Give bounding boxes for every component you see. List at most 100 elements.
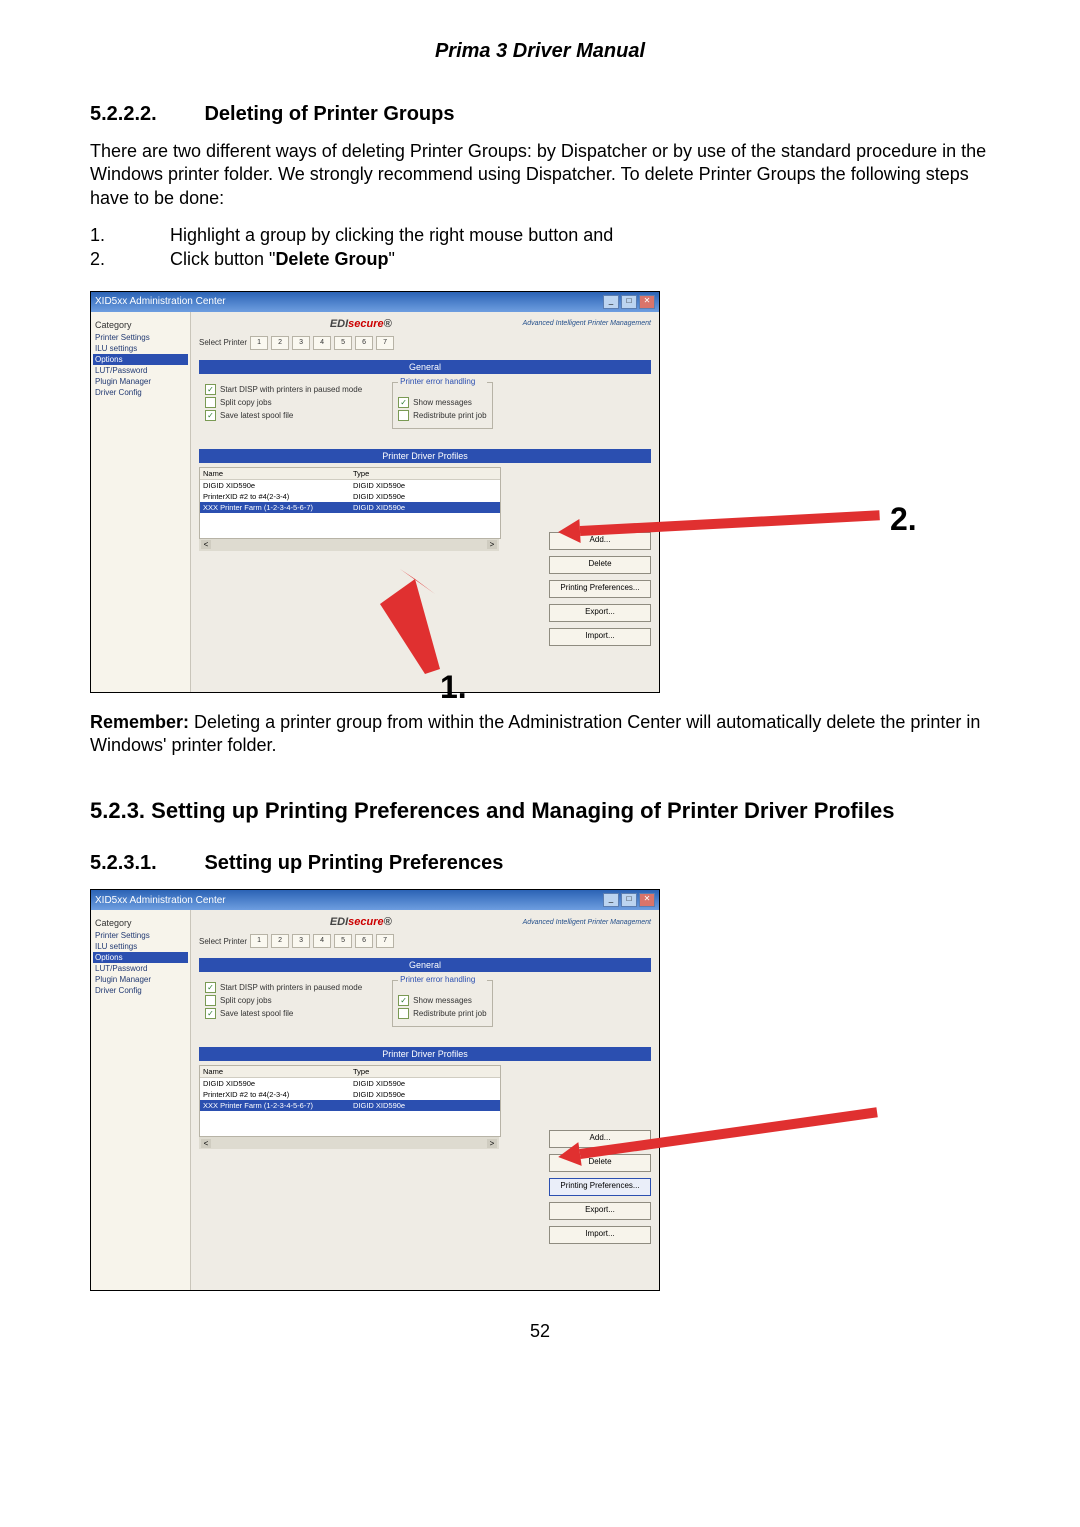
minimize-button[interactable]: _ [603, 295, 619, 309]
checkbox-redistribute[interactable]: Redistribute print job [398, 1008, 486, 1019]
window-title: XID5xx Administration Center [95, 895, 226, 906]
profiles-table[interactable]: Name Type DIGID XID590eDIGID XID590e Pri… [199, 467, 501, 539]
printer-slot-3[interactable]: 3 [292, 934, 310, 948]
section-5222-heading: 5.2.2.2. Deleting of Printer Groups [90, 103, 990, 126]
section-number: 5.2.3.1. [90, 852, 200, 875]
sidebar-item-plugin-manager[interactable]: Plugin Manager [93, 376, 188, 387]
sidebar-item-options[interactable]: Options [93, 952, 188, 963]
printer-slot-2[interactable]: 2 [271, 934, 289, 948]
table-row-selected[interactable]: XXX Printer Farm (1-2-3-4-5-6-7)DIGID XI… [200, 502, 500, 513]
printer-slot-4[interactable]: 4 [313, 336, 331, 350]
checkbox-split-copy[interactable]: Split copy jobs [205, 995, 362, 1006]
select-printer-row: Select Printer 1 2 3 4 5 6 7 [199, 336, 651, 350]
section-number-big: 5.2.3. [90, 798, 145, 823]
section-5222-para: There are two different ways of deleting… [90, 140, 990, 210]
step-text-pre: Click button " [170, 249, 275, 269]
col-type[interactable]: Type [350, 1066, 500, 1077]
section-title-big: Setting up Printing Preferences and Mana… [151, 798, 894, 823]
select-printer-label: Select Printer [199, 937, 247, 946]
callout-2: 2. [890, 501, 917, 538]
category-sidebar: Category Printer Settings ILU settings O… [91, 312, 191, 692]
checkbox-split-copy[interactable]: Split copy jobs [205, 397, 362, 408]
step-text: Click button "Delete Group" [170, 248, 395, 271]
printing-preferences-button[interactable]: Printing Preferences... [549, 580, 651, 598]
sidebar-item-ilu-settings[interactable]: ILU settings [93, 343, 188, 354]
error-handling-group: Printer error handling ✓Show messages Re… [392, 382, 492, 429]
step-number: 2. [90, 248, 170, 271]
checkbox-redistribute[interactable]: Redistribute print job [398, 410, 486, 421]
general-header: General [199, 958, 651, 972]
printer-slot-2[interactable]: 2 [271, 336, 289, 350]
remember-label: Remember: [90, 712, 189, 732]
printer-slot-7[interactable]: 7 [376, 934, 394, 948]
page-number: 52 [90, 1321, 990, 1342]
printer-slot-1[interactable]: 1 [250, 336, 268, 350]
table-row[interactable]: DIGID XID590eDIGID XID590e [200, 480, 500, 491]
remember-note: Remember: Deleting a printer group from … [90, 711, 990, 758]
step-text-post: " [388, 249, 394, 269]
table-row-selected[interactable]: XXX Printer Farm (1-2-3-4-5-6-7)DIGID XI… [200, 1100, 500, 1111]
printer-slot-5[interactable]: 5 [334, 934, 352, 948]
printer-slot-6[interactable]: 6 [355, 336, 373, 350]
select-printer-label: Select Printer [199, 338, 247, 347]
profiles-header: Printer Driver Profiles [199, 1047, 651, 1061]
export-button[interactable]: Export... [549, 1202, 651, 1220]
horizontal-scrollbar[interactable]: <> [199, 1137, 499, 1149]
step-number: 1. [90, 224, 170, 247]
arrow-to-selected-row [370, 569, 470, 679]
sidebar-item-driver-config[interactable]: Driver Config [93, 387, 188, 398]
delete-steps-list: 1. Highlight a group by clicking the rig… [90, 224, 990, 271]
section-5231-heading: 5.2.3.1. Setting up Printing Preferences [90, 852, 990, 875]
step-text-bold: Delete Group [275, 249, 388, 269]
checkbox-start-paused[interactable]: ✓Start DISP with printers in paused mode [205, 384, 362, 395]
printer-slot-5[interactable]: 5 [334, 336, 352, 350]
sidebar-item-options[interactable]: Options [93, 354, 188, 365]
maximize-button[interactable]: □ [621, 295, 637, 309]
checkbox-show-messages[interactable]: ✓Show messages [398, 995, 486, 1006]
sidebar-item-ilu-settings[interactable]: ILU settings [93, 941, 188, 952]
printer-slot-1[interactable]: 1 [250, 934, 268, 948]
checkbox-start-paused[interactable]: ✓Start DISP with printers in paused mode [205, 982, 362, 993]
checkbox-save-spool[interactable]: ✓Save latest spool file [205, 1008, 362, 1019]
sidebar-item-printer-settings[interactable]: Printer Settings [93, 332, 188, 343]
printer-slot-7[interactable]: 7 [376, 336, 394, 350]
sidebar-item-plugin-manager[interactable]: Plugin Manager [93, 974, 188, 985]
printing-preferences-button[interactable]: Printing Preferences... [549, 1178, 651, 1196]
section-number: 5.2.2.2. [90, 103, 200, 126]
import-button[interactable]: Import... [549, 628, 651, 646]
table-row[interactable]: DIGID XID590eDIGID XID590e [200, 1078, 500, 1089]
sidebar-item-lut-password[interactable]: LUT/Password [93, 963, 188, 974]
error-handling-legend: Printer error handling [398, 377, 486, 386]
table-row[interactable]: PrinterXID #2 to #4(2-3-4)DIGID XID590e [200, 1089, 500, 1100]
minimize-button[interactable]: _ [603, 893, 619, 907]
delete-button[interactable]: Delete [549, 556, 651, 574]
col-name[interactable]: Name [200, 468, 350, 479]
category-header: Category [95, 320, 188, 330]
col-name[interactable]: Name [200, 1066, 350, 1077]
step-item: 1. Highlight a group by clicking the rig… [90, 224, 990, 247]
brand-logo: EDIsecure® [330, 916, 392, 928]
profiles-table[interactable]: Name Type DIGID XID590eDIGID XID590e Pri… [199, 1065, 501, 1137]
maximize-button[interactable]: □ [621, 893, 637, 907]
table-row[interactable]: PrinterXID #2 to #4(2-3-4)DIGID XID590e [200, 491, 500, 502]
brand-tagline: Advanced Intelligent Printer Management [523, 919, 651, 926]
admin-center-screenshot-2: XID5xx Administration Center _ □ ✕ Categ… [90, 889, 660, 1291]
checkbox-save-spool[interactable]: ✓Save latest spool file [205, 410, 362, 421]
col-type[interactable]: Type [350, 468, 500, 479]
sidebar-item-lut-password[interactable]: LUT/Password [93, 365, 188, 376]
close-button[interactable]: ✕ [639, 295, 655, 309]
sidebar-item-printer-settings[interactable]: Printer Settings [93, 930, 188, 941]
printer-slot-6[interactable]: 6 [355, 934, 373, 948]
import-button[interactable]: Import... [549, 1226, 651, 1244]
error-handling-legend: Printer error handling [398, 975, 486, 984]
brand-tagline: Advanced Intelligent Printer Management [523, 320, 651, 327]
close-button[interactable]: ✕ [639, 893, 655, 907]
checkbox-show-messages[interactable]: ✓Show messages [398, 397, 486, 408]
sidebar-item-driver-config[interactable]: Driver Config [93, 985, 188, 996]
step-text: Highlight a group by clicking the right … [170, 224, 613, 247]
printer-slot-4[interactable]: 4 [313, 934, 331, 948]
horizontal-scrollbar[interactable]: <> [199, 539, 499, 551]
printer-slot-3[interactable]: 3 [292, 336, 310, 350]
section-title: Deleting of Printer Groups [204, 103, 454, 125]
export-button[interactable]: Export... [549, 604, 651, 622]
